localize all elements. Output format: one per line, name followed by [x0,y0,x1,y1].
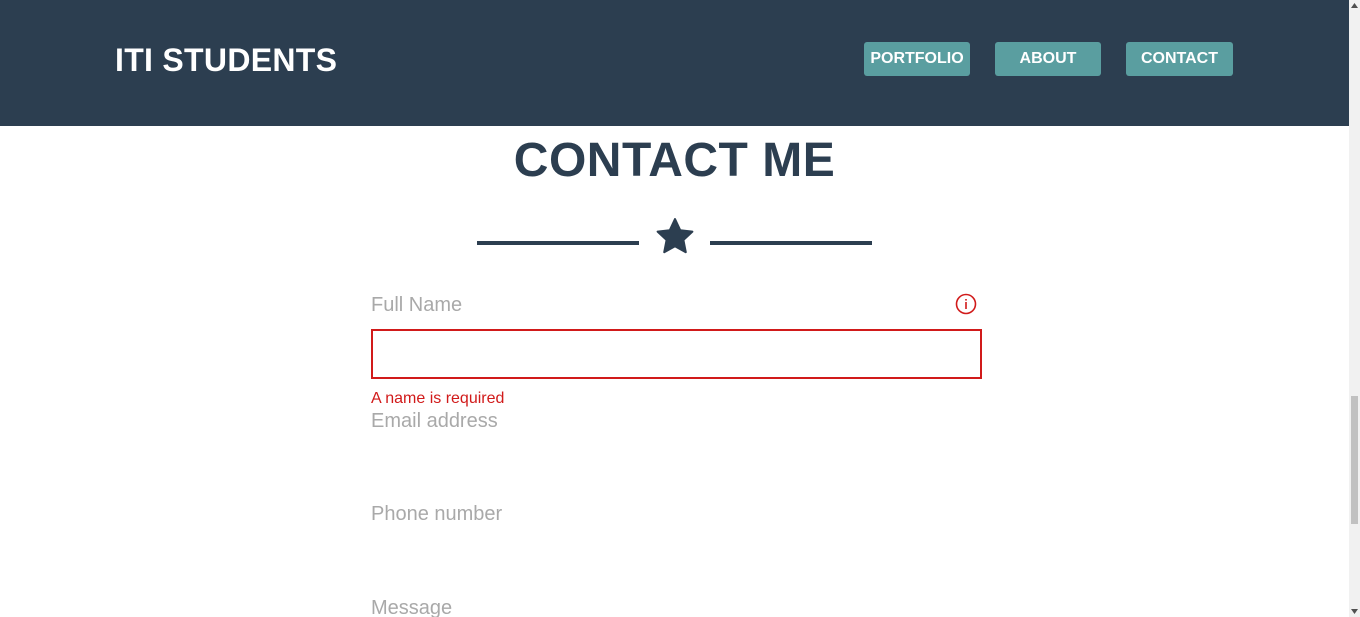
page-title: CONTACT ME [513,134,836,187]
navbar: ITI STUDENTS PORTFOLIO ABOUT CONTACT [0,0,1349,126]
scroll-up-arrow-icon[interactable] [1349,0,1360,11]
phone-number-label[interactable]: Phone number [371,502,502,526]
nav-portfolio-button[interactable]: PORTFOLIO [864,42,970,76]
page-viewport: ITI STUDENTS PORTFOLIO ABOUT CONTACT CON… [0,0,1360,617]
nav-about-button[interactable]: ABOUT [995,42,1101,76]
email-address-label[interactable]: Email address [371,409,498,433]
scrollbar-thumb[interactable] [1351,396,1358,524]
name-error-message: A name is required [371,390,505,407]
info-icon [955,293,977,315]
full-name-label: Full Name [371,294,463,316]
nav-contact-button[interactable]: CONTACT [1126,42,1233,76]
vertical-scrollbar[interactable] [1349,0,1360,617]
full-name-input[interactable] [371,329,982,379]
divider-line-left [477,241,639,245]
star-icon [656,218,694,254]
brand-title[interactable]: ITI STUDENTS [115,40,337,80]
divider-line-right [710,241,872,245]
message-label[interactable]: Message [371,596,452,617]
scroll-down-arrow-icon[interactable] [1349,606,1360,617]
